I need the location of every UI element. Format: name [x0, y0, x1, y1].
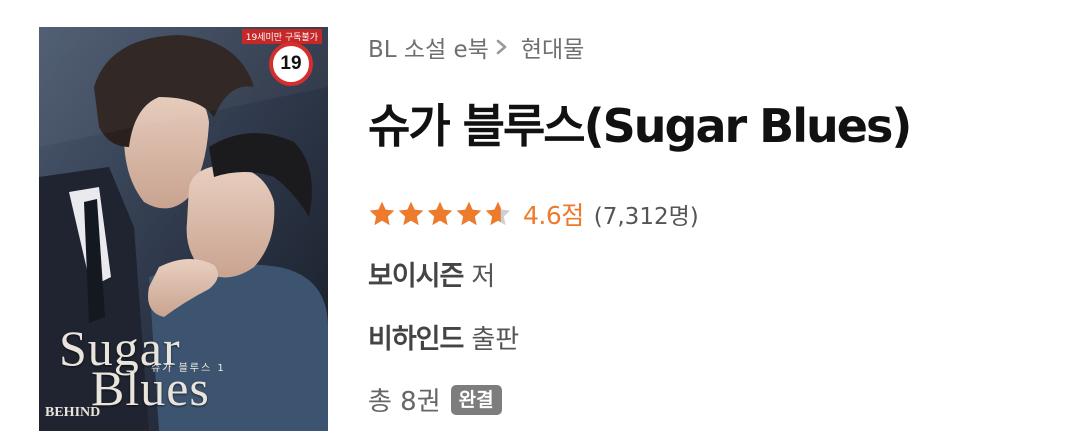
- star-icon: [456, 201, 482, 226]
- publisher-row: 비하인드 출판: [368, 317, 519, 356]
- star-icon: [427, 201, 453, 226]
- age-rating-badge: 19: [269, 42, 313, 86]
- rating-score: 4.6점: [523, 201, 584, 230]
- book-cover[interactable]: 19세미만 구독불가 19 Sugar 슈가 블루스 1 Blues BEHIN…: [39, 27, 328, 431]
- author-link[interactable]: 보이시즌: [368, 254, 464, 293]
- book-title: 슈가 블루스(Sugar Blues): [368, 99, 912, 153]
- author-row: 보이시즌 저: [368, 254, 495, 293]
- rating-stars[interactable]: [368, 200, 513, 228]
- star-icon: [398, 201, 424, 226]
- publisher-link[interactable]: 비하인드: [368, 317, 464, 356]
- cover-title-line-2: Blues: [91, 360, 210, 416]
- breadcrumb-subcategory-link[interactable]: 현대물: [521, 30, 584, 64]
- publisher-suffix: 출판: [471, 325, 520, 355]
- volumes-row: 총 8권 완결: [368, 381, 502, 418]
- volume-count: 총 8권: [368, 387, 441, 417]
- star-icon: [485, 201, 511, 226]
- author-suffix: 저: [471, 262, 496, 292]
- rating-count: (7,312명): [593, 204, 699, 230]
- book-detail-page: 19세미만 구독불가 19 Sugar 슈가 블루스 1 Blues BEHIN…: [0, 0, 1080, 440]
- breadcrumb: BL 소설 e북 현대물: [368, 30, 584, 64]
- chevron-right-icon: [496, 39, 507, 55]
- publisher-logo: BEHIND: [45, 405, 101, 420]
- rating-row: 4.6점 (7,312명): [368, 196, 699, 232]
- completed-badge: 완결: [450, 384, 502, 415]
- star-icon: [369, 201, 395, 226]
- age-warning-banner: 19세미만 구독불가: [241, 29, 322, 44]
- breadcrumb-category-link[interactable]: BL 소설 e북: [368, 30, 489, 64]
